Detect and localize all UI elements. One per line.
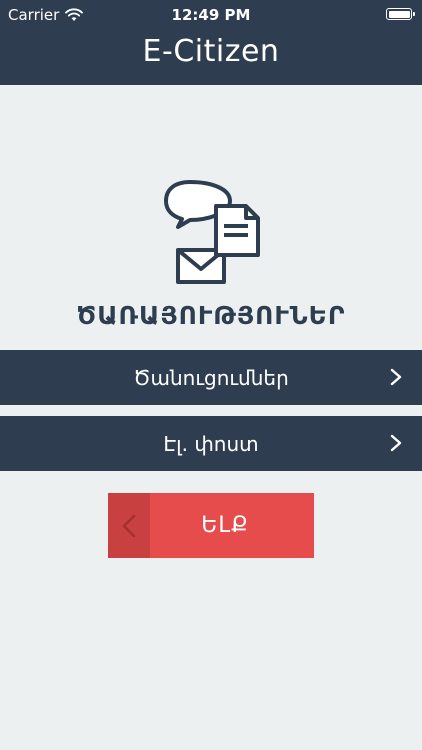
- section-title: ԾԱՌԱՅՈՒԹՅՈՒՆԵՐ: [76, 301, 346, 330]
- battery-fill: [388, 10, 410, 18]
- menu-item-email[interactable]: Էլ. փոստ: [0, 416, 422, 471]
- exit-button-label: ԵԼՔ: [201, 513, 249, 538]
- status-bar: Carrier 12:49 PM: [0, 0, 422, 30]
- chevron-right-icon: [390, 368, 402, 386]
- battery-icon: [386, 8, 415, 20]
- exit-arrow-block: [108, 493, 150, 558]
- app-title: E-Citizen: [142, 34, 280, 69]
- status-time: 12:49 PM: [171, 6, 251, 24]
- exit-button[interactable]: ԵԼՔ: [108, 493, 314, 558]
- menu-item-notifications[interactable]: Ծանուցումներ: [0, 350, 422, 405]
- app-header: Carrier 12:49 PM E-Citizen: [0, 0, 422, 85]
- chevron-left-icon: [122, 514, 136, 537]
- chevron-right-icon: [390, 434, 402, 452]
- menu-item-label: Ծանուցումներ: [133, 365, 289, 390]
- menu-item-label: Էլ. փոստ: [163, 431, 259, 456]
- services-icon: [164, 180, 260, 284]
